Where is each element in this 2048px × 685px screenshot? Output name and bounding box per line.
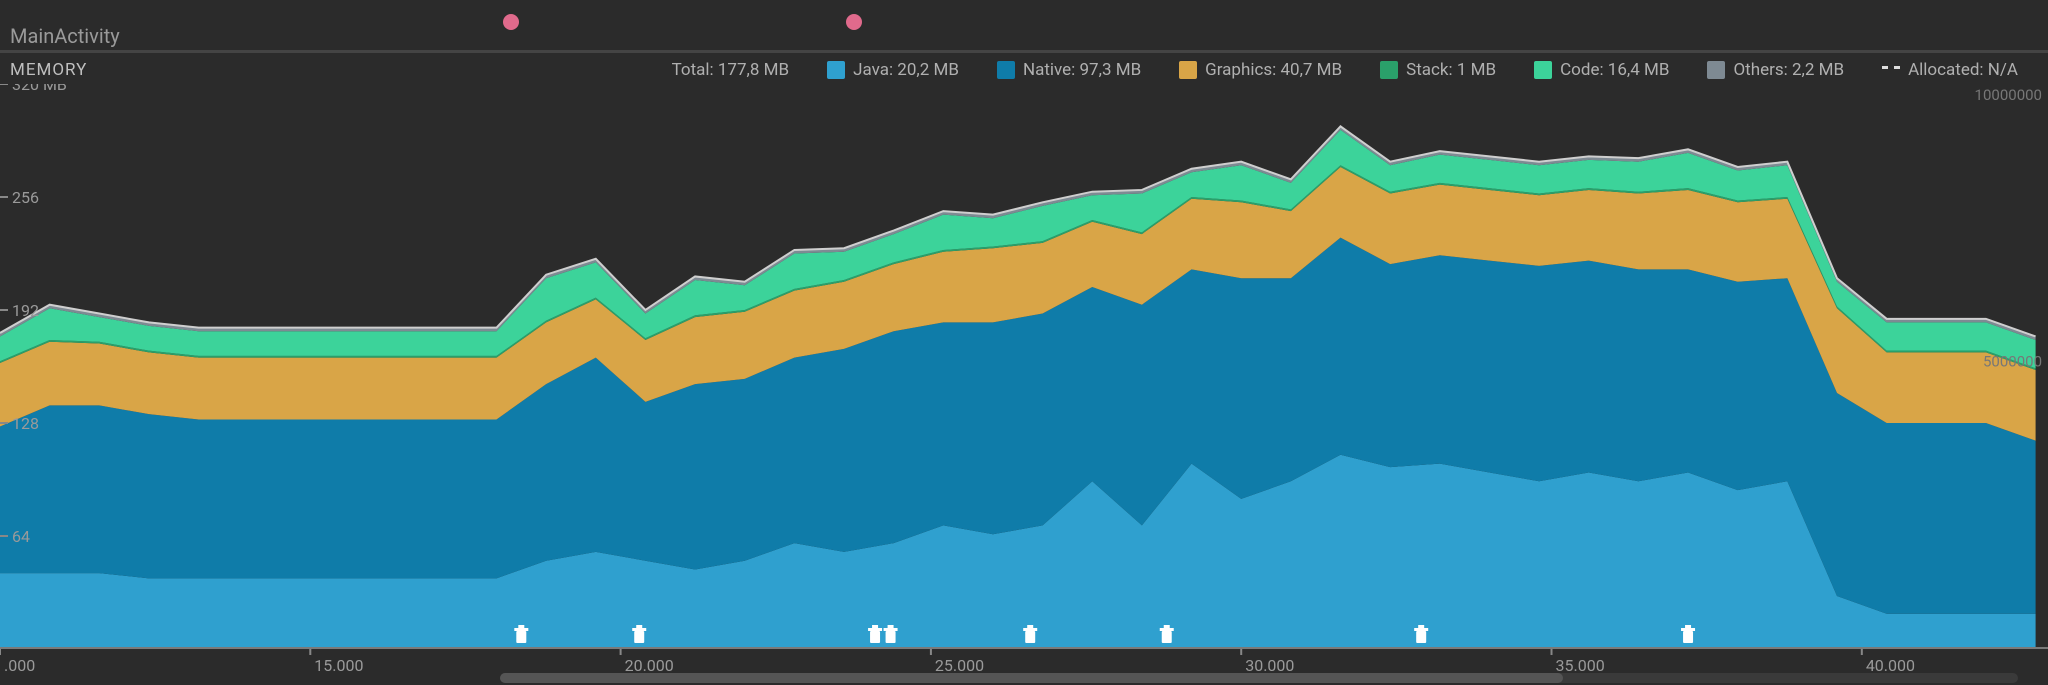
svg-text:5000000: 5000000 [1983,353,2042,371]
legend-java[interactable]: Java: 20,2 MB [827,60,959,80]
activity-label: MainActivity [10,24,120,48]
svg-text:10000000: 10000000 [1975,86,2042,104]
legend-row: MEMORY Total: 177,8 MB Java: 20,2 MB Nat… [0,56,2048,84]
legend-graphics[interactable]: Graphics: 40,7 MB [1179,60,1342,80]
legend-code[interactable]: Code: 16,4 MB [1534,60,1669,80]
svg-text:.000: .000 [4,656,35,675]
legend-group: Total: 177,8 MB Java: 20,2 MB Native: 97… [672,60,2038,80]
svg-text:64: 64 [12,527,30,546]
panel-title: MEMORY [10,60,87,80]
scrollbar-thumb[interactable] [500,673,1563,683]
svg-text:320 MB: 320 MB [12,84,67,94]
event-marker-dot [846,14,862,30]
legend-total: Total: 177,8 MB [672,60,790,80]
x-axis: .00015.00020.00025.00030.00035.00040.000 [0,647,2048,685]
event-marker-dot [503,14,519,30]
svg-text:128: 128 [12,414,39,433]
memory-chart[interactable]: 320 MB 256 192 128 64 10000000 5000000 [0,84,2048,649]
legend-others[interactable]: Others: 2,2 MB [1707,60,1844,80]
horizontal-scrollbar[interactable] [500,673,2018,683]
dashed-line-icon [1882,66,1900,75]
svg-text:15.000: 15.000 [314,656,363,675]
svg-text:256: 256 [12,188,39,207]
svg-text:192: 192 [12,301,39,320]
legend-allocated[interactable]: Allocated: N/A [1882,60,2018,80]
legend-native[interactable]: Native: 97,3 MB [997,60,1141,80]
activity-bar: MainActivity [0,0,2048,53]
legend-stack[interactable]: Stack: 1 MB [1380,60,1496,80]
